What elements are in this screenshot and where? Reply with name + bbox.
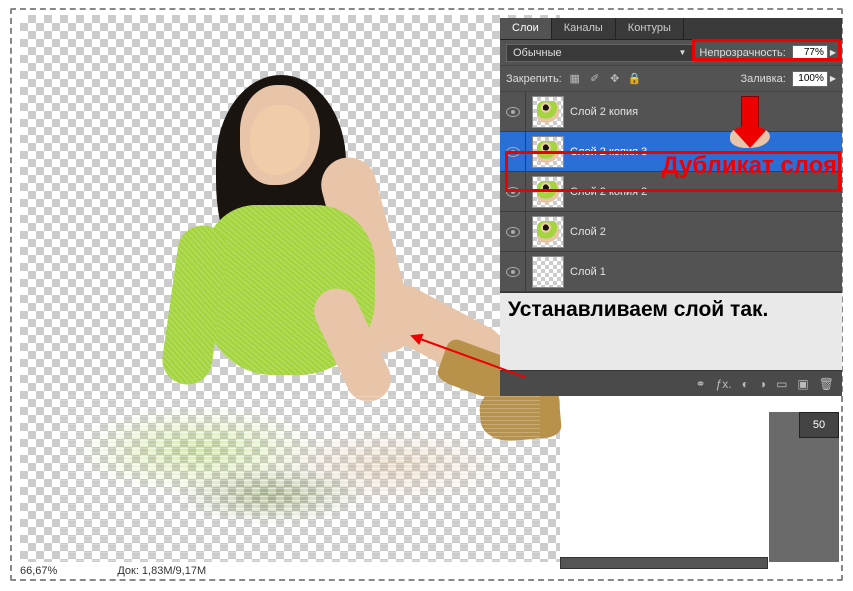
lock-pixels-icon[interactable]: ✐ — [588, 72, 602, 85]
status-bar: 66,67% Док: 1,83M/9,17M — [20, 561, 206, 581]
lock-all-icon[interactable]: 🔒 — [628, 72, 642, 85]
layers-panel: Слои Каналы Контуры Обычные ▼ Непрозрачн… — [500, 18, 842, 396]
document-canvas[interactable] — [20, 15, 560, 562]
annotation-instruction-text: Устанавливаем слой так. — [508, 298, 768, 322]
delete-icon[interactable]: 🗑 — [819, 377, 834, 391]
layer-row[interactable]: Слой 1 — [500, 252, 842, 292]
link-layers-icon[interactable]: ⚭ — [696, 377, 706, 391]
side-value[interactable]: 50 — [799, 412, 839, 438]
lock-position-icon[interactable]: ✥ — [608, 72, 622, 85]
eye-icon — [506, 227, 520, 237]
annotation-arrow-down — [731, 96, 769, 152]
annotation-duplicate-text: Дубликат слоя — [662, 152, 837, 180]
adjustment-icon[interactable]: ◑ — [759, 377, 766, 391]
chevron-right-icon[interactable]: ▶ — [830, 74, 836, 83]
eye-icon — [506, 107, 520, 117]
layer-row[interactable]: Слой 2 копия — [500, 92, 842, 132]
water-reflection — [60, 395, 540, 565]
layer-thumbnail[interactable] — [532, 96, 564, 128]
lock-label: Закрепить: — [506, 73, 562, 85]
doc-size: Док: 1,83M/9,17M — [117, 565, 206, 577]
zoom-level[interactable]: 66,67% — [20, 565, 57, 577]
layer-row[interactable]: Слой 2 — [500, 212, 842, 252]
tab-layers[interactable]: Слои — [500, 18, 552, 39]
panel-footer: ⚭ ƒx. ◐ ◑ ▭ ▣ 🗑 — [500, 370, 842, 396]
fx-icon[interactable]: ƒx. — [716, 377, 732, 391]
lock-transparency-icon[interactable]: ▦ — [568, 72, 582, 85]
mask-icon[interactable]: ◐ — [742, 377, 749, 391]
layer-name[interactable]: Слой 2 — [570, 226, 606, 238]
tab-channels[interactable]: Каналы — [552, 18, 616, 39]
bottom-scrollbar[interactable] — [560, 557, 768, 569]
fill-value[interactable]: 100% — [792, 71, 828, 87]
visibility-toggle[interactable] — [500, 252, 526, 291]
visibility-toggle[interactable] — [500, 92, 526, 131]
blend-mode-select[interactable]: Обычные ▼ — [506, 44, 693, 62]
tab-paths[interactable]: Контуры — [616, 18, 684, 39]
annotation-box-opacity — [692, 39, 841, 61]
fill-label: Заливка: — [740, 73, 785, 85]
panel-tabs: Слои Каналы Контуры — [500, 18, 842, 40]
lock-icons: ▦ ✐ ✥ 🔒 — [568, 72, 642, 85]
chevron-down-icon: ▼ — [679, 48, 687, 57]
new-layer-icon[interactable]: ▣ — [797, 377, 808, 391]
layer-name[interactable]: Слой 1 — [570, 266, 606, 278]
blend-mode-value: Обычные — [513, 47, 562, 59]
visibility-toggle[interactable] — [500, 212, 526, 251]
layer-thumbnail[interactable] — [532, 256, 564, 288]
layer-thumbnail[interactable] — [532, 216, 564, 248]
right-dock: 50 — [769, 412, 839, 562]
layer-name[interactable]: Слой 2 копия — [570, 106, 638, 118]
fill-input[interactable]: 100% ▶ — [792, 71, 836, 87]
group-icon[interactable]: ▭ — [776, 377, 787, 391]
eye-icon — [506, 267, 520, 277]
lock-fill-row: Закрепить: ▦ ✐ ✥ 🔒 Заливка: 100% ▶ — [500, 66, 842, 92]
layer-list: Слой 2 копия Слой 2 копия 3 Слой 2 копия… — [500, 92, 842, 292]
